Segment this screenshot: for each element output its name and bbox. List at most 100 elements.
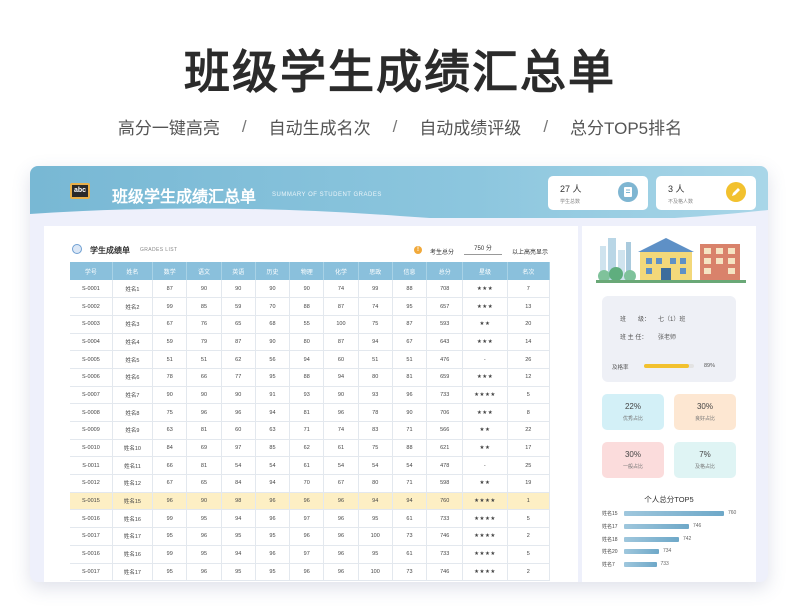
table-cell: 99 <box>152 545 188 564</box>
table-row[interactable]: S-0017 姓名17 95 96 95 95 96 96 100 73 746 ★★★★ 2 <box>70 563 551 582</box>
table-row[interactable]: S-0008 姓名8 75 96 96 94 81 96 78 90 706 ★★★ 8 <box>70 403 551 422</box>
table-cell: 90 <box>186 492 222 511</box>
top5-row: 姓名15 760 <box>602 508 752 521</box>
table-cell: 80 <box>358 474 393 493</box>
teacher-label: 班 主 任： <box>620 335 648 341</box>
star-rating: ★★★ <box>462 333 508 352</box>
top5-name: 姓名20 <box>602 549 618 556</box>
table-cell: 96 <box>186 527 222 546</box>
average-ratio-card: 30% 一般占比 <box>602 442 664 478</box>
table-cell: 706 <box>426 403 464 422</box>
column-header[interactable]: 数学 <box>152 262 188 280</box>
table-cell: S-0005 <box>70 350 113 369</box>
table-cell: 90 <box>221 386 256 405</box>
column-header[interactable]: 星级 <box>462 262 508 280</box>
table-cell: 73 <box>392 527 428 546</box>
column-header[interactable]: 信息 <box>392 262 428 280</box>
table-cell: 100 <box>358 563 393 582</box>
column-header[interactable]: 历史 <box>255 262 291 280</box>
table-cell: 70 <box>289 474 325 493</box>
teacher-row: 班 主 任： 张老师 <box>620 332 676 341</box>
table-cell: S-0015 <box>70 492 113 511</box>
feature-list: 高分一键高亮 / 自动生成名次 / 自动成绩评级 / 总分TOP5排名 <box>0 114 800 139</box>
score-threshold-input[interactable]: 750 分 <box>464 244 502 255</box>
column-header[interactable]: 英语 <box>221 262 256 280</box>
star-rating: ★★★★ <box>462 386 508 405</box>
table-cell: 54 <box>392 456 428 476</box>
column-header[interactable]: 名次 <box>507 262 551 280</box>
table-row[interactable]: S-0003 姓名3 67 76 65 68 55 100 75 87 593 ★★ 20 <box>70 315 551 334</box>
fail-count-card: 3 人 不及格人数 <box>656 176 756 210</box>
table-cell: 62 <box>221 350 256 369</box>
star-rating: - <box>462 350 508 369</box>
table-row[interactable]: S-0004 姓名4 59 79 87 90 80 87 94 67 643 ★★★ 14 <box>70 333 551 352</box>
table-row[interactable]: S-0016 姓名16 99 95 94 96 97 96 95 61 733 ★★★★ 5 <box>70 545 551 564</box>
excellent-ratio-value: 22% <box>624 402 641 411</box>
table-cell: 95 <box>221 563 256 582</box>
table-row[interactable]: S-0006 姓名6 78 66 77 95 88 94 80 81 659 ★★★ 12 <box>70 368 551 387</box>
table-cell: 2 <box>507 563 551 582</box>
table-cell: 476 <box>426 350 464 369</box>
table-cell: 66 <box>186 368 222 387</box>
table-cell: 87 <box>323 333 359 352</box>
pass-ratio-label: 及格占比 <box>694 464 715 470</box>
table-cell: 99 <box>152 297 188 316</box>
fail-count-label: 不及格人数 <box>668 199 694 205</box>
table-cell: 96 <box>255 545 291 564</box>
table-cell: 姓名17 <box>112 527 154 546</box>
table-cell: S-0017 <box>70 563 113 582</box>
column-header[interactable]: 化学 <box>323 262 359 280</box>
table-row[interactable]: S-0017 姓名17 95 96 95 95 96 96 100 73 746 ★★★★ 2 <box>70 527 551 546</box>
table-cell: 76 <box>186 315 222 334</box>
table-row[interactable]: S-0009 姓名9 63 81 60 63 71 74 83 71 566 ★★ 22 <box>70 421 551 440</box>
star-rating: - <box>462 456 508 476</box>
table-cell: 91 <box>255 386 291 405</box>
column-header[interactable]: 思政 <box>358 262 393 280</box>
table-cell: 96 <box>186 563 222 582</box>
table-cell: 姓名16 <box>112 545 154 564</box>
class-info-card: 班 级： 七（1）班 班 主 任： 张老师 及格率 89% <box>602 296 736 382</box>
table-cell: 746 <box>426 563 464 582</box>
grades-subtitle: GRADES LIST <box>140 247 178 253</box>
table-cell: 54 <box>255 456 291 476</box>
fail-count-value: 3 人 <box>668 184 685 194</box>
table-row[interactable]: S-0012 姓名12 67 65 84 94 70 67 80 71 598 ★★ 19 <box>70 474 551 493</box>
table-row[interactable]: S-0002 姓名2 99 85 59 70 88 87 74 95 657 ★★★ 13 <box>70 297 551 316</box>
star-rating: ★★★ <box>462 368 508 387</box>
table-cell: 88 <box>289 297 325 316</box>
table-row[interactable]: S-0011 姓名11 66 81 54 54 61 54 54 54 478-25 <box>70 456 551 476</box>
table-cell: 97 <box>289 545 325 564</box>
feature-item: 自动生成名次 <box>268 119 371 138</box>
column-header[interactable]: 语文 <box>186 262 222 280</box>
table-cell: 621 <box>426 439 464 458</box>
table-cell: 51 <box>358 350 393 369</box>
table-row[interactable]: S-0016 姓名16 99 95 94 96 97 96 95 61 733 ★★★★ 5 <box>70 509 551 529</box>
top5-chart: 姓名15 760 姓名17 746 姓名18 742 姓名20 734 姓名7 733 <box>602 508 752 572</box>
table-cell: 67 <box>392 333 428 352</box>
table-cell: 68 <box>255 315 291 334</box>
table-cell: 78 <box>358 403 393 422</box>
column-header[interactable]: 学号 <box>70 262 113 280</box>
table-row[interactable]: S-0015 姓名15 96 90 98 96 96 96 94 94 760 ★★★★ 1 <box>70 492 551 511</box>
table-cell: 姓名6 <box>112 368 154 387</box>
table-cell: 65 <box>221 315 256 334</box>
star-rating: ★★★★ <box>462 563 508 582</box>
top5-score: 734 <box>663 548 672 555</box>
table-cell: 96 <box>186 403 222 422</box>
table-cell: 61 <box>289 456 325 476</box>
table-row[interactable]: S-0010 姓名10 84 69 97 85 62 61 75 88 621 ★★ 17 <box>70 439 551 458</box>
table-row[interactable]: S-0005 姓名5 51 51 62 56 94 60 51 51 476-26 <box>70 350 551 369</box>
table-cell: 99 <box>152 509 188 529</box>
table-row[interactable]: S-0001 姓名1 87 90 90 90 90 74 99 88 708 ★★★ 7 <box>70 280 551 299</box>
table-row[interactable]: S-0007 姓名7 90 90 90 91 93 90 93 96 733 ★★★★ 5 <box>70 386 551 405</box>
column-header[interactable]: 姓名 <box>112 262 154 280</box>
table-cell: 598 <box>426 474 464 493</box>
column-header[interactable]: 物理 <box>289 262 325 280</box>
column-header[interactable]: 总分 <box>426 262 464 280</box>
table-header-row: 学号 姓名 数学 语文 英语 历史 物理 化学 思政 信息 总分 星级 名次 <box>70 262 551 280</box>
top5-name: 姓名17 <box>602 523 618 530</box>
table-cell: 60 <box>323 350 359 369</box>
table-cell: S-0002 <box>70 297 113 316</box>
class-row: 班 级： 七（1）班 <box>620 314 685 323</box>
table-cell: 95 <box>255 563 291 582</box>
